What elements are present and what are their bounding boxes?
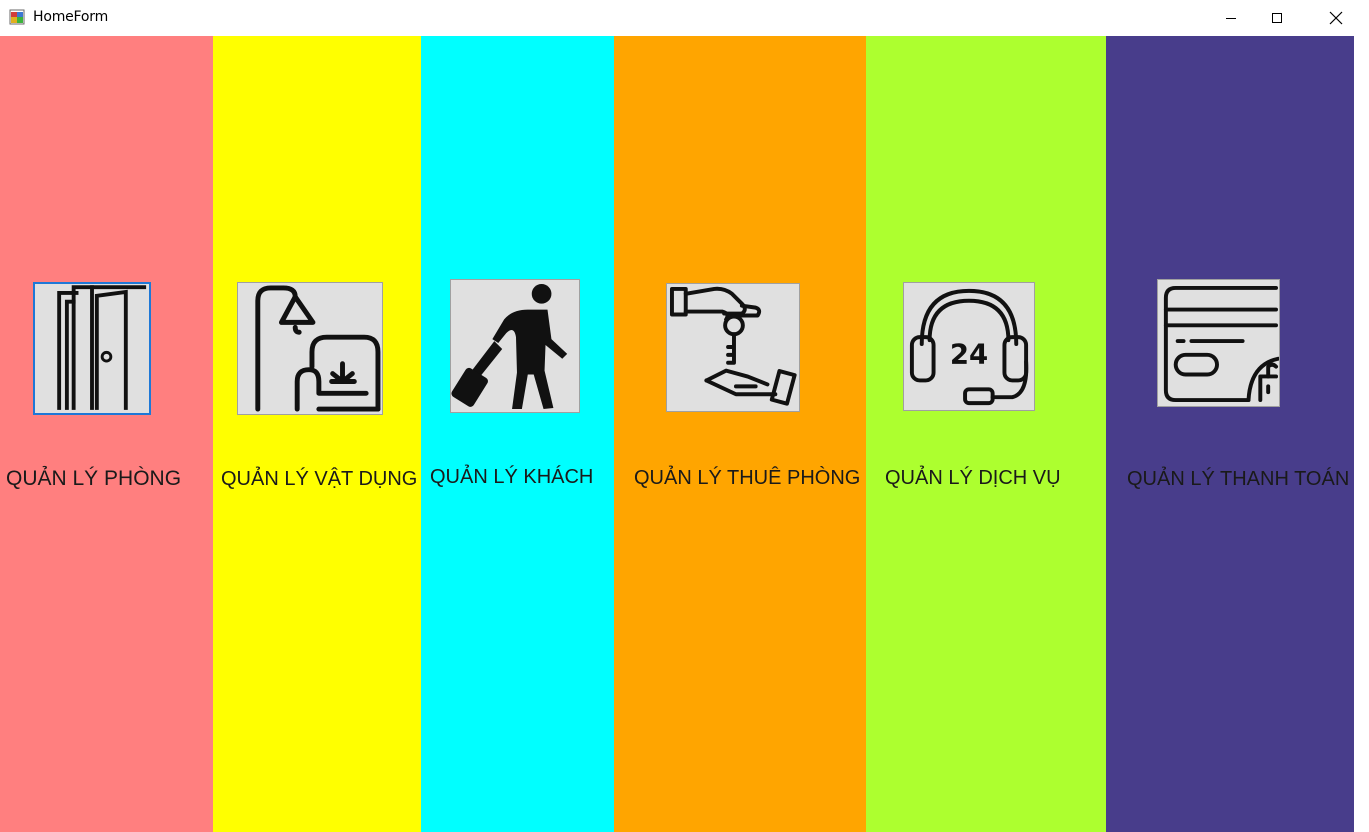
equipment-management-button[interactable] — [237, 282, 383, 415]
close-icon — [1329, 11, 1343, 25]
panel-payment-management: QUẢN LÝ THANH TOÁN — [1106, 36, 1354, 832]
headset-24-icon: 24 — [909, 288, 1029, 406]
maximize-button[interactable] — [1254, 0, 1300, 36]
payment-management-button[interactable] — [1157, 279, 1280, 407]
rental-management-button[interactable] — [666, 283, 800, 412]
minimize-icon — [1226, 18, 1236, 19]
title-bar[interactable]: HomeForm — [0, 0, 1369, 36]
payment-management-label: QUẢN LÝ THANH TOÁN — [1127, 468, 1350, 490]
rental-management-label: QUẢN LÝ THUÊ PHÒNG — [634, 467, 861, 489]
equipment-management-label: QUẢN LÝ VẬT DỤNG — [221, 468, 418, 490]
app-icon — [9, 9, 25, 25]
panel-equipment-management: QUẢN LÝ VẬT DỤNG — [213, 36, 421, 832]
panel-rental-management: QUẢN LÝ THUÊ PHÒNG — [614, 36, 866, 832]
service-management-button[interactable]: 24 — [903, 282, 1035, 411]
customer-management-label: QUẢN LÝ KHÁCH — [430, 466, 594, 488]
credit-card-icon — [1163, 285, 1279, 403]
close-button[interactable] — [1313, 0, 1359, 36]
window-title: HomeForm — [33, 9, 109, 25]
lamp-armchair-icon — [255, 285, 381, 412]
panel-customer-management: QUẢN LÝ KHÁCH — [421, 36, 614, 832]
customer-management-button[interactable] — [450, 279, 580, 413]
minimize-button[interactable] — [1208, 0, 1254, 36]
service-management-label: QUẢN LÝ DỊCH VỤ — [885, 467, 1061, 489]
headset-24-text: 24 — [950, 339, 988, 371]
window-right-edge — [1354, 36, 1369, 832]
room-management-button[interactable] — [33, 282, 151, 415]
panel-service-management: 24 QUẢN LÝ DỊCH VỤ — [866, 36, 1106, 832]
traveler-luggage-icon — [451, 283, 568, 410]
panel-room-management: QUẢN LÝ PHÒNG — [0, 36, 213, 832]
maximize-icon — [1272, 13, 1282, 23]
room-management-label: QUẢN LÝ PHÒNG — [6, 467, 182, 490]
homeform-window: HomeForm QUẢN LÝ PHÒNG QUẢN LÝ VẬT DỤNG … — [0, 0, 1369, 832]
door-icon — [57, 285, 147, 410]
key-handover-icon — [669, 286, 797, 406]
